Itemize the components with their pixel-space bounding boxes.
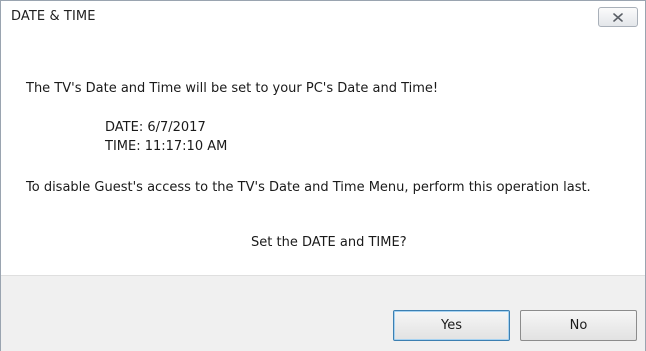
time-value: TIME: 11:17:10 AM xyxy=(105,139,228,154)
note-text: To disable Guest's access to the TV's Da… xyxy=(26,180,591,195)
date-time-dialog: DATE & TIME The TV's Date and Time will … xyxy=(0,0,646,351)
intro-text: The TV's Date and Time will be set to yo… xyxy=(26,81,439,96)
confirm-question: Set the DATE and TIME? xyxy=(251,235,407,250)
dialog-title: DATE & TIME xyxy=(11,9,96,24)
message-area: The TV's Date and Time will be set to yo… xyxy=(1,39,645,275)
button-bar: Yes No xyxy=(1,275,645,351)
title-bar: DATE & TIME xyxy=(1,1,645,39)
yes-button[interactable]: Yes xyxy=(393,310,510,341)
date-value: DATE: 6/7/2017 xyxy=(105,120,206,135)
no-button[interactable]: No xyxy=(520,310,637,341)
close-button[interactable] xyxy=(598,7,638,27)
close-icon xyxy=(613,12,623,22)
